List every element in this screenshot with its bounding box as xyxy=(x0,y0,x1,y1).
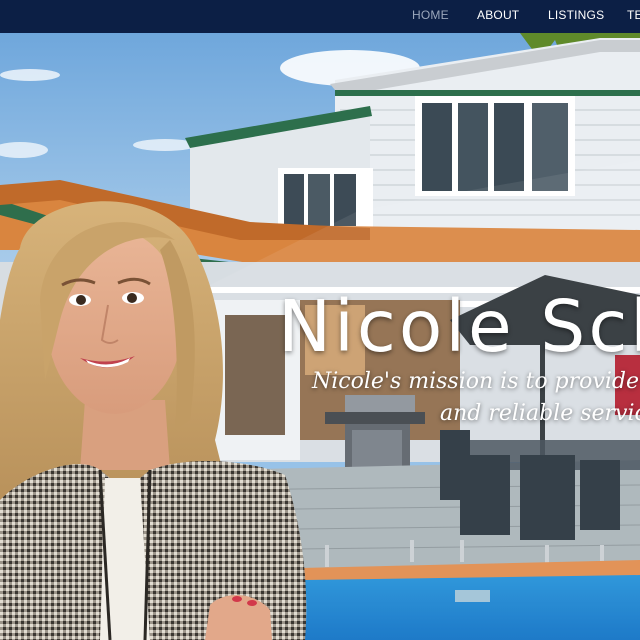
hero-agent-name: Nicole Sch xyxy=(278,285,640,368)
nav-listings-link[interactable]: LISTINGS xyxy=(548,0,604,33)
page: HOME ABOUT LISTINGS TE Nicole Sch Nicole… xyxy=(0,0,640,640)
hero-mission-line-2: and reliable service xyxy=(440,401,640,426)
nav-home-link[interactable]: HOME xyxy=(412,0,449,33)
nav-testimonials-link[interactable]: TE xyxy=(627,0,640,33)
nav-about-link[interactable]: ABOUT xyxy=(477,0,519,33)
hero-mission-line-1: Nicole's mission is to provide a p xyxy=(312,369,640,394)
hero-banner: Nicole Sch Nicole's mission is to provid… xyxy=(0,33,640,640)
top-navbar: HOME ABOUT LISTINGS TE xyxy=(0,0,640,33)
